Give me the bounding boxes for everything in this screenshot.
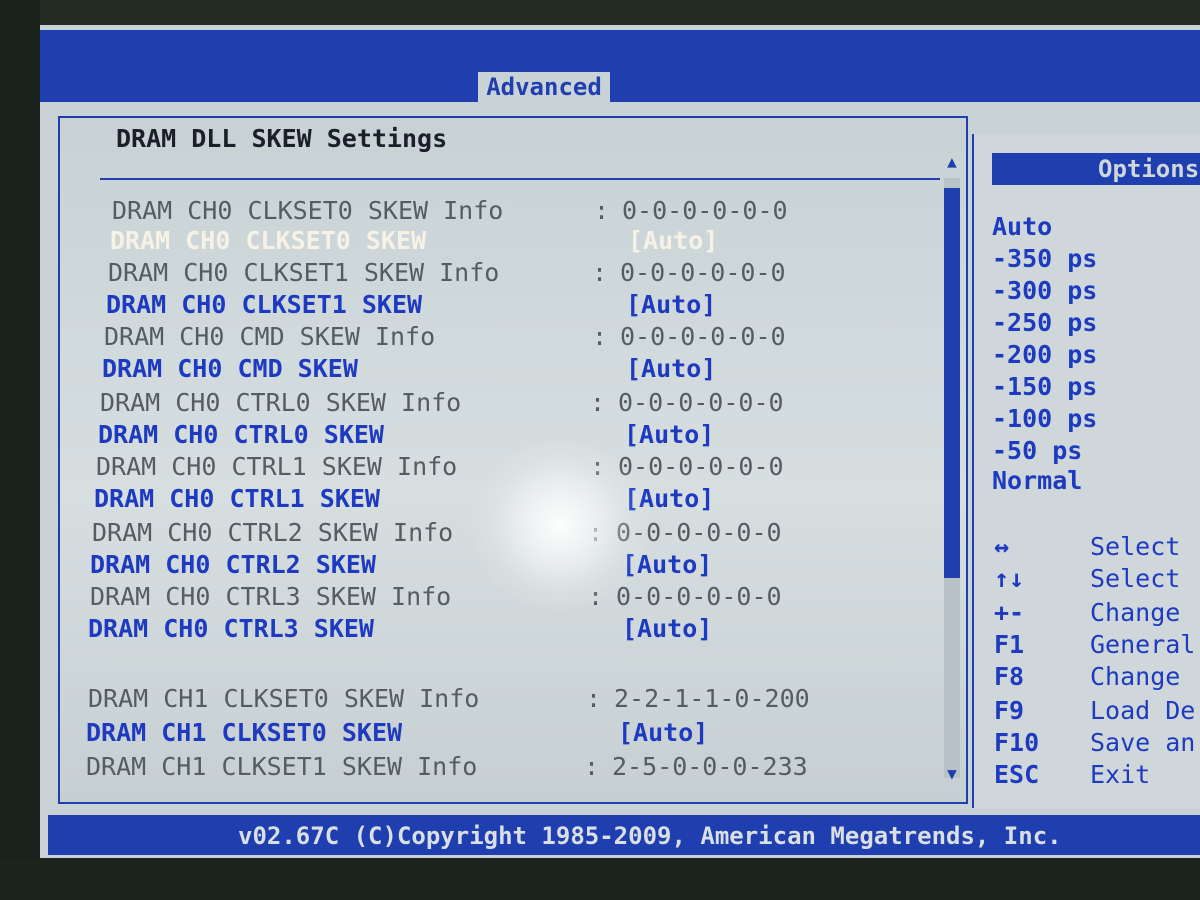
row-separator: :: [592, 258, 608, 287]
options-title: Options: [1098, 155, 1200, 183]
copyright-footer: v02.67C (C)Copyright 1985-2009, American…: [238, 822, 1062, 850]
scroll-down-icon[interactable]: ▼: [944, 766, 960, 782]
help-key: F8: [994, 662, 1025, 691]
row-setting-value[interactable]: [Auto]: [628, 226, 718, 255]
row-label: DRAM CH0 CTRL1 SKEW Info: [96, 452, 458, 481]
help-key: F1: [994, 630, 1025, 659]
row-separator: :: [586, 684, 602, 713]
row-label: DRAM CH0 CLKSET0 SKEW: [110, 226, 427, 255]
row-setting-value[interactable]: [Auto]: [624, 484, 714, 513]
option-item[interactable]: -250 ps: [992, 308, 1097, 337]
row-label: DRAM CH1 CLKSET0 SKEW Info: [88, 684, 480, 713]
row-info-value: 2-2-1-1-0-200: [614, 684, 810, 713]
row-separator: :: [588, 518, 604, 547]
row-info-value: 0-0-0-0-0-0: [616, 518, 782, 547]
row-info-value: 0-0-0-0-0-0: [622, 196, 788, 225]
settings-list: DRAM CH0 CLKSET0 SKEW Info:0-0-0-0-0-0 DR…: [0, 0, 960, 800]
row-setting-value[interactable]: [Auto]: [622, 614, 712, 643]
scrollbar[interactable]: ▲ ▼: [944, 154, 960, 782]
row-setting-value[interactable]: [Auto]: [626, 354, 716, 383]
row-info-value: 0-0-0-0-0-0: [620, 322, 786, 351]
row-info-value: 2-5-0-0-0-233: [612, 752, 808, 781]
row-separator: :: [590, 388, 606, 417]
row-separator: :: [592, 322, 608, 351]
help-key: ESC: [994, 760, 1040, 789]
option-item[interactable]: -50 ps: [992, 436, 1082, 465]
option-item[interactable]: -100 ps: [992, 404, 1097, 433]
row-setting-value[interactable]: [Auto]: [626, 290, 716, 319]
row-info-value: 0-0-0-0-0-0: [618, 452, 784, 481]
row-label: DRAM CH0 CTRL1 SKEW: [94, 484, 380, 513]
row-info-value: 0-0-0-0-0-0: [616, 582, 782, 611]
row-label: DRAM CH1 CLKSET0 SKEW: [86, 718, 403, 747]
row-info-value: 0-0-0-0-0-0: [618, 388, 784, 417]
help-description: Select: [1090, 532, 1181, 561]
row-label: DRAM CH0 CTRL2 SKEW Info: [92, 518, 454, 547]
row-label: DRAM CH1 CLKSET1 SKEW Info: [86, 752, 478, 781]
row-label: DRAM CH0 CMD SKEW: [102, 354, 358, 383]
help-description: Exit: [1090, 760, 1151, 789]
row-label: DRAM CH0 CMD SKEW Info: [104, 322, 436, 351]
help-description: Change: [1090, 662, 1181, 691]
option-item[interactable]: Normal: [992, 466, 1082, 495]
row-setting-value[interactable]: [Auto]: [622, 550, 712, 579]
row-separator: :: [584, 752, 600, 781]
option-item[interactable]: -350 ps: [992, 244, 1097, 273]
help-description: Load De: [1090, 696, 1196, 725]
row-label: DRAM CH0 CLKSET1 SKEW: [106, 290, 423, 319]
help-key: +-: [994, 598, 1025, 627]
row-info-value: 0-0-0-0-0-0: [620, 258, 786, 287]
help-description: Change: [1090, 598, 1181, 627]
help-description: Save an: [1090, 728, 1196, 757]
help-key: ↔: [994, 532, 1010, 561]
row-label: DRAM CH0 CLKSET1 SKEW Info: [108, 258, 500, 287]
option-item[interactable]: -150 ps: [992, 372, 1097, 401]
help-description: General: [1090, 630, 1196, 659]
row-separator: :: [588, 582, 604, 611]
scrollbar-thumb[interactable]: [944, 188, 960, 578]
help-key: F10: [994, 728, 1040, 757]
row-separator: :: [594, 196, 610, 225]
row-label: DRAM CH0 CTRL2 SKEW: [90, 550, 376, 579]
row-label: DRAM CH0 CLKSET0 SKEW Info: [112, 196, 504, 225]
row-label: DRAM CH0 CTRL3 SKEW Info: [90, 582, 452, 611]
row-setting-value[interactable]: [Auto]: [618, 718, 708, 747]
help-key: F9: [994, 696, 1025, 725]
option-item[interactable]: -200 ps: [992, 340, 1097, 369]
row-separator: :: [590, 452, 606, 481]
scroll-up-icon[interactable]: ▲: [944, 154, 960, 170]
row-label: DRAM CH0 CTRL3 SKEW: [88, 614, 374, 643]
monitor-bezel-bottom: [0, 858, 1200, 900]
option-item[interactable]: -300 ps: [992, 276, 1097, 305]
option-item[interactable]: Auto: [992, 212, 1052, 241]
row-label: DRAM CH0 CTRL0 SKEW: [98, 420, 384, 449]
help-key: ↑↓: [994, 564, 1025, 593]
help-description: Select: [1090, 564, 1181, 593]
row-label: DRAM CH0 CTRL0 SKEW Info: [100, 388, 462, 417]
row-setting-value[interactable]: [Auto]: [624, 420, 714, 449]
